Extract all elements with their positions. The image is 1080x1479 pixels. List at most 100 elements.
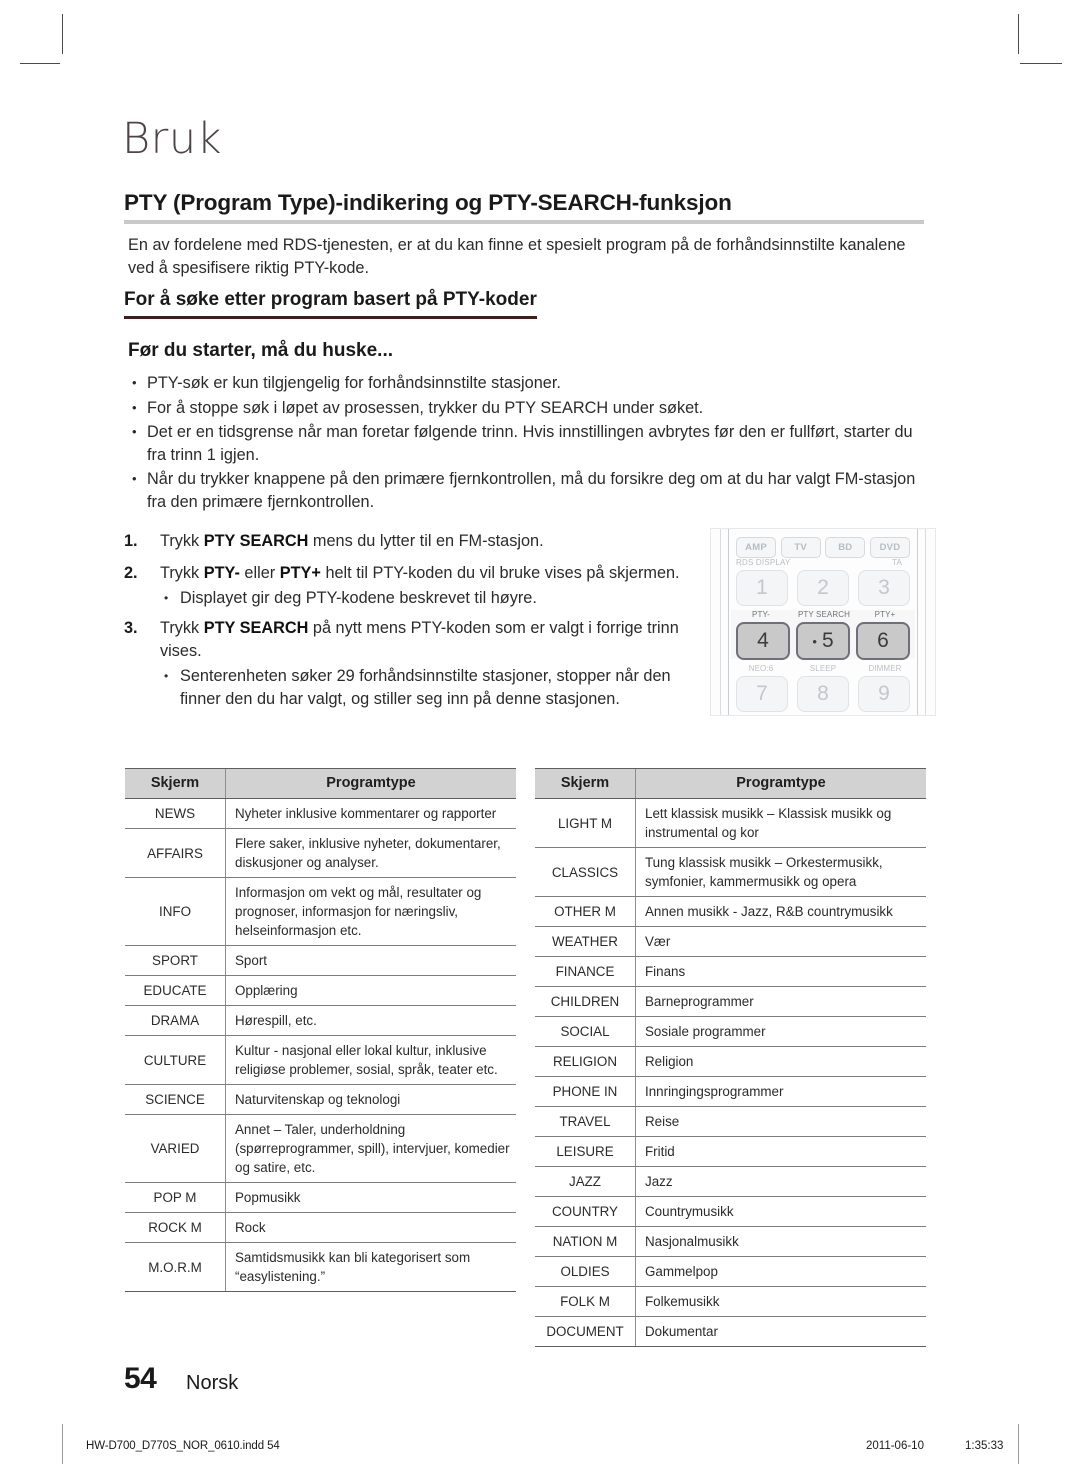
pty-description-cell: Barneprogrammer [635,986,926,1017]
pty-description-cell: Gammelpop [635,1256,926,1287]
notes-bullet-list: • PTY-søk er kun tilgjengelig for forhån… [128,372,928,515]
pty-code-cell: CHILDREN [535,986,636,1017]
remote-key-8: 8 [797,676,849,712]
table-row: SPORT Sport [125,945,516,976]
colophon-rule-right [1018,1424,1019,1464]
pty-code-cell: RELIGION [535,1046,636,1077]
remote-key-6-label: 6 [877,629,889,652]
pty-description-cell: Opplæring [225,975,516,1006]
remote-label-rds-display: RDS DISPLAY [736,558,791,567]
pty-table-right: Skjerm Programtype LIGHT M Lett klassisk … [535,768,926,1347]
pty-code-cell: OLDIES [535,1256,636,1287]
pty-description-cell: Fritid [635,1136,926,1167]
pty-code-cell: DOCUMENT [535,1316,636,1347]
table-row: OTHER M Annen musikk - Jazz, R&B countrym… [535,896,926,927]
pty-code-cell: AFFAIRS [125,828,226,878]
pty-description-cell: Innringingsprogrammer [635,1076,926,1107]
pty-code-cell: FINANCE [535,956,636,987]
pty-code-cell: DRAMA [125,1005,226,1036]
table-header-skjerm: Skjerm [125,768,226,799]
remote-label-row-pty: PTY- PTY SEARCH PTY+ [736,610,910,621]
remote-control-illustration: AMP TV BD DVD RDS DISPLAY TA 1 2 3 PTY- … [710,528,936,716]
remote-key-row-2: 4 • 5 6 [736,622,910,660]
pty-description-cell: Hørespill, etc. [225,1005,516,1036]
remote-label-sleep: SLEEP [809,664,837,673]
pty-description-cell: Sosiale programmer [635,1016,926,1047]
step-text-pre: Trykk [160,619,204,637]
page-language: Norsk [186,1372,239,1394]
pty-code-cell: SCIENCE [125,1084,226,1115]
crop-mark-top-left-vertical [62,14,63,54]
pty-table-left-body: NEWS Nyheter inklusive kommentarer og rap… [125,798,516,1292]
table-header-programtype: Programtype [635,768,926,799]
step-3-sub-note-text: Senterenheten søker 29 forhåndsinnstilte… [180,667,671,708]
table-row: VARIED Annet – Taler, underholdning (spør… [125,1114,516,1183]
pty-description-cell: Religion [635,1046,926,1077]
table-row: LIGHT M Lett klassisk musikk – Klassisk m… [535,798,926,848]
bullet-dot-icon: • [132,375,137,390]
page-title: PTY (Program Type)-indikering og PTY-SEA… [124,190,732,215]
pty-description-cell: Folkemusikk [635,1286,926,1317]
pty-code-cell: TRAVEL [535,1106,636,1137]
pty-code-cell: ROCK M [125,1212,226,1243]
subheading-before-you-start: Før du starter, må du huske... [128,340,394,361]
colophon-time: 1:35:33 [965,1440,1004,1452]
table-row: JAZZ Jazz [535,1166,926,1197]
crop-mark-top-right-vertical [1018,14,1019,54]
remote-key-1: 1 [736,570,788,606]
list-item: • Når du trykker knappene på den primære… [128,468,928,513]
pty-code-cell: JAZZ [535,1166,636,1197]
remote-edge-left-outer [720,529,721,715]
remote-edge-right-inner [917,529,918,715]
pty-description-cell: Annen musikk - Jazz, R&B countrymusikk [635,896,926,927]
table-header-programtype: Programtype [225,768,516,799]
remote-key-9: 9 [858,676,910,712]
step-3: 3. Trykk PTY SEARCH på nytt mens PTY-kod… [124,617,694,663]
step-keyword-2: PTY+ [279,564,321,582]
table-row: POP M Popmusikk [125,1182,516,1213]
chapter-title: Bruk [122,114,222,164]
table-row: M.O.R.M Samtidsmusikk kan bli kategoriser… [125,1242,516,1292]
pty-table-right-body: LIGHT M Lett klassisk musikk – Klassisk m… [535,798,926,1347]
list-item: • PTY-søk er kun tilgjengelig for forhån… [128,372,928,395]
step-2-sub-note-text: Displayet gir deg PTY-kodene beskrevet t… [180,589,537,607]
table-row: CLASSICS Tung klassisk musikk – Orkesterm… [535,847,926,897]
pty-code-cell: SPORT [125,945,226,976]
step-number: 3. [124,619,138,637]
pty-code-cell: CLASSICS [535,847,636,897]
remote-button-bd: BD [825,537,866,558]
pty-description-cell: Vær [635,926,926,957]
pty-description-cell: Rock [225,1212,516,1243]
pty-description-cell: Jazz [635,1166,926,1197]
bullet-dot-icon: • [164,591,169,605]
remote-key-7: 7 [736,676,788,712]
remote-key-5: • 5 [796,622,850,660]
list-item-text: Det er en tidsgrense når man foretar føl… [147,423,913,464]
page-title-rule [124,220,924,224]
remote-key-2: 2 [797,570,849,606]
table-row: AFFAIRS Flere saker, inklusive nyheter, d… [125,828,516,878]
manual-page: Bruk PTY (Program Type)-indikering og PT… [0,0,1080,1479]
step-1: 1. Trykk PTY SEARCH mens du lytter til e… [124,530,694,553]
pty-code-cell: POP M [125,1182,226,1213]
crop-mark-top-left-horizontal [20,63,60,64]
pty-description-cell: Reise [635,1106,926,1137]
pty-code-cell: LEISURE [535,1136,636,1167]
table-row: DRAMA Hørespill, etc. [125,1005,516,1036]
bullet-dot-icon: • [132,399,137,415]
remote-label-pty-search: PTY SEARCH [798,610,850,619]
pty-code-cell: PHONE IN [535,1076,636,1107]
pty-code-cell: NATION M [535,1226,636,1257]
pty-code-cell: OTHER M [535,896,636,927]
list-item: • Det er en tidsgrense når man foretar f… [128,421,928,466]
table-row: WEATHER Vær [535,926,926,957]
remote-key-row-3: 7 8 9 [736,676,910,712]
remote-source-button-row: AMP TV BD DVD [736,537,910,558]
table-header-row: Skjerm Programtype [125,768,516,799]
table-row: DOCUMENT Dokumentar [535,1316,926,1347]
pty-description-cell: Popmusikk [225,1182,516,1213]
table-row: TRAVEL Reise [535,1106,926,1137]
pty-code-cell: VARIED [125,1114,226,1183]
remote-edge-right-outer [925,529,926,715]
pty-code-cell: FOLK M [535,1286,636,1317]
